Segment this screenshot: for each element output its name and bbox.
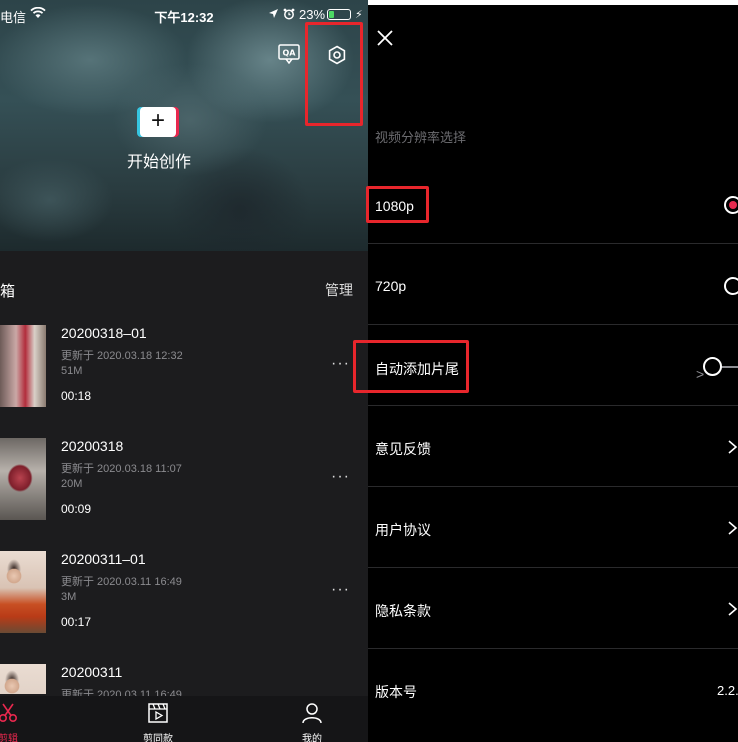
draft-item[interactable]: 20200318 更新于 2020.03.18 11:07 20M 00:09 … bbox=[0, 438, 368, 538]
auto-ending-toggle-knob[interactable] bbox=[703, 357, 722, 376]
chevron-right-icon bbox=[728, 521, 738, 535]
draft-file-size: 3M bbox=[61, 591, 77, 603]
profile-icon bbox=[302, 703, 322, 724]
tab-me[interactable]: 我的 bbox=[282, 702, 342, 742]
settings-highlight-box bbox=[305, 22, 363, 126]
draft-thumbnail bbox=[0, 551, 46, 633]
resolution-section-heading: 视频分辨率选择 bbox=[375, 130, 467, 145]
user-agreement-row[interactable]: 用户协议 bbox=[368, 487, 738, 568]
draft-title: 20200318–01 bbox=[61, 325, 147, 341]
draft-updated-time: 更新于 2020.03.11 16:49 bbox=[61, 689, 182, 696]
alarm-clock-icon bbox=[283, 8, 295, 20]
privacy-label: 隐私条款 bbox=[375, 603, 431, 619]
home-screen: 电信 下午12:32 23% ⚡ QA + 开始创作 箱 管理 20200318… bbox=[0, 0, 368, 742]
draft-item[interactable]: 20200311 更新于 2020.03.11 16:49 bbox=[0, 664, 368, 696]
close-icon[interactable] bbox=[376, 29, 394, 47]
more-options-icon[interactable]: ··· bbox=[331, 581, 350, 599]
draft-file-size: 20M bbox=[61, 478, 83, 490]
radio-unselected-icon[interactable] bbox=[724, 277, 738, 295]
version-value: 2.2. bbox=[717, 683, 738, 698]
version-label: 版本号 bbox=[375, 684, 417, 700]
start-create-label[interactable]: 开始创作 bbox=[100, 148, 218, 172]
draft-duration: 00:17 bbox=[61, 615, 92, 629]
radio-selected-icon[interactable] bbox=[724, 196, 738, 214]
user-agreement-label: 用户协议 bbox=[375, 522, 431, 538]
feedback-row[interactable]: 意见反馈 bbox=[368, 406, 738, 487]
drafts-section-title: 箱 bbox=[0, 283, 16, 300]
plus-icon: + bbox=[150, 107, 165, 134]
location-arrow-icon bbox=[269, 9, 278, 18]
svg-text:QA: QA bbox=[283, 49, 297, 58]
resolution-highlight-box bbox=[366, 186, 429, 223]
draft-updated-time: 更新于 2020.03.18 11:07 bbox=[61, 463, 182, 475]
draft-thumbnail bbox=[0, 438, 46, 520]
draft-title: 20200311–01 bbox=[61, 551, 146, 567]
resolution-720p-label: 720p bbox=[375, 278, 407, 294]
draft-thumbnail bbox=[0, 664, 46, 694]
tab-templates-label: 剪同款 bbox=[143, 734, 173, 742]
start-create-button[interactable]: + bbox=[140, 107, 176, 137]
version-row: 版本号 bbox=[368, 649, 738, 730]
privacy-row[interactable]: 隐私条款 bbox=[368, 568, 738, 649]
chevron-right-icon bbox=[728, 602, 738, 616]
draft-updated-time: 更新于 2020.03.18 12:32 bbox=[61, 350, 183, 362]
qa-help-icon[interactable]: QA bbox=[278, 44, 300, 64]
battery-icon bbox=[327, 9, 351, 20]
auto-ending-highlight-box bbox=[353, 340, 469, 393]
manage-button[interactable]: 管理 bbox=[325, 280, 353, 300]
draft-item[interactable]: 20200318–01 更新于 2020.03.18 12:32 51M 00:… bbox=[0, 325, 368, 425]
chevron-right-icon bbox=[728, 440, 738, 454]
draft-title: 20200311 bbox=[61, 664, 123, 680]
scissors-icon bbox=[0, 703, 18, 723]
draft-title: 20200318 bbox=[61, 438, 124, 454]
bottom-tab-bar: 剪辑 剪同款 我的 bbox=[0, 696, 368, 742]
resolution-720p-row[interactable]: 720p bbox=[368, 244, 738, 325]
tab-templates[interactable]: 剪同款 bbox=[128, 702, 188, 742]
charging-bolt-icon: ⚡ bbox=[355, 9, 363, 21]
draft-updated-time: 更新于 2020.03.11 16:49 bbox=[61, 576, 182, 588]
more-options-icon[interactable]: ··· bbox=[331, 468, 350, 486]
draft-file-size: 51M bbox=[61, 365, 83, 377]
draft-duration: 00:09 bbox=[61, 502, 92, 516]
more-options-icon[interactable]: ··· bbox=[331, 355, 350, 373]
clapperboard-icon bbox=[148, 703, 168, 723]
feedback-label: 意见反馈 bbox=[375, 441, 431, 457]
tab-me-label: 我的 bbox=[302, 734, 322, 742]
tab-edit-label: 剪辑 bbox=[0, 734, 18, 742]
draft-item[interactable]: 20200311–01 更新于 2020.03.11 16:49 3M 00:1… bbox=[0, 551, 368, 651]
draft-duration: 00:18 bbox=[61, 389, 92, 403]
battery-percent: 23% bbox=[299, 7, 326, 22]
draft-thumbnail bbox=[0, 325, 46, 407]
tab-edit[interactable]: 剪辑 bbox=[0, 702, 38, 742]
top-edge bbox=[368, 0, 738, 5]
